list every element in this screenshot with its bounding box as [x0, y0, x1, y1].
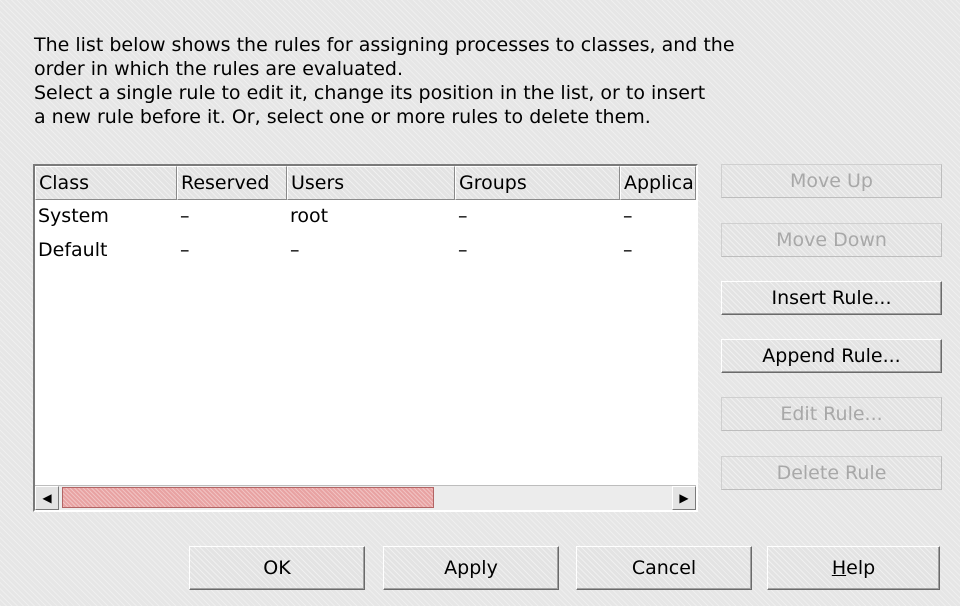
- cell-users: root: [290, 205, 329, 227]
- column-header-users[interactable]: Users: [287, 166, 455, 200]
- cell-reserved: –: [180, 239, 190, 261]
- cell-reserved: –: [180, 205, 190, 227]
- cell-users: –: [290, 239, 300, 261]
- cell-groups: –: [458, 239, 468, 261]
- horizontal-scrollbar[interactable]: ◀ ▶: [35, 485, 696, 510]
- column-header-class[interactable]: Class: [35, 166, 177, 200]
- help-mnemonic: H: [831, 557, 847, 579]
- rules-table[interactable]: Class Reserved Users Groups Applica Syst…: [33, 164, 698, 512]
- table-row[interactable]: System – root – –: [35, 201, 696, 235]
- instructions-line: The list below shows the rules for assig…: [34, 34, 735, 56]
- table-header: Class Reserved Users Groups Applica: [35, 166, 696, 200]
- help-label: elp: [846, 557, 876, 579]
- cancel-button[interactable]: Cancel: [576, 546, 752, 590]
- scrollbar-thumb[interactable]: [62, 487, 434, 508]
- help-button[interactable]: Help: [767, 546, 940, 590]
- move-down-button[interactable]: Move Down: [721, 223, 942, 257]
- instructions-line: Select a single rule to edit it, change …: [34, 82, 706, 104]
- table-row[interactable]: Default – – – –: [35, 235, 696, 269]
- instructions-line: a new rule before it. Or, select one or …: [34, 106, 651, 128]
- apply-button[interactable]: Apply: [383, 546, 559, 590]
- cell-class: System: [38, 205, 109, 227]
- arrow-right-icon[interactable]: ▶: [672, 486, 696, 510]
- edit-rule-button[interactable]: Edit Rule...: [721, 397, 942, 431]
- column-header-reserved[interactable]: Reserved: [177, 166, 287, 200]
- column-header-applications[interactable]: Applica: [620, 166, 696, 200]
- cell-groups: –: [458, 205, 468, 227]
- move-up-button[interactable]: Move Up: [721, 164, 942, 198]
- instructions-text: The list below shows the rules for assig…: [34, 33, 834, 129]
- insert-rule-button[interactable]: Insert Rule...: [721, 281, 942, 315]
- column-header-groups[interactable]: Groups: [455, 166, 620, 200]
- ok-button[interactable]: OK: [189, 546, 365, 590]
- append-rule-button[interactable]: Append Rule...: [721, 339, 942, 373]
- arrow-left-icon[interactable]: ◀: [35, 486, 59, 510]
- delete-rule-button[interactable]: Delete Rule: [721, 456, 942, 490]
- cell-applications: –: [623, 239, 633, 261]
- cell-applications: –: [623, 205, 633, 227]
- instructions-line: order in which the rules are evaluated.: [34, 58, 403, 80]
- cell-class: Default: [38, 239, 108, 261]
